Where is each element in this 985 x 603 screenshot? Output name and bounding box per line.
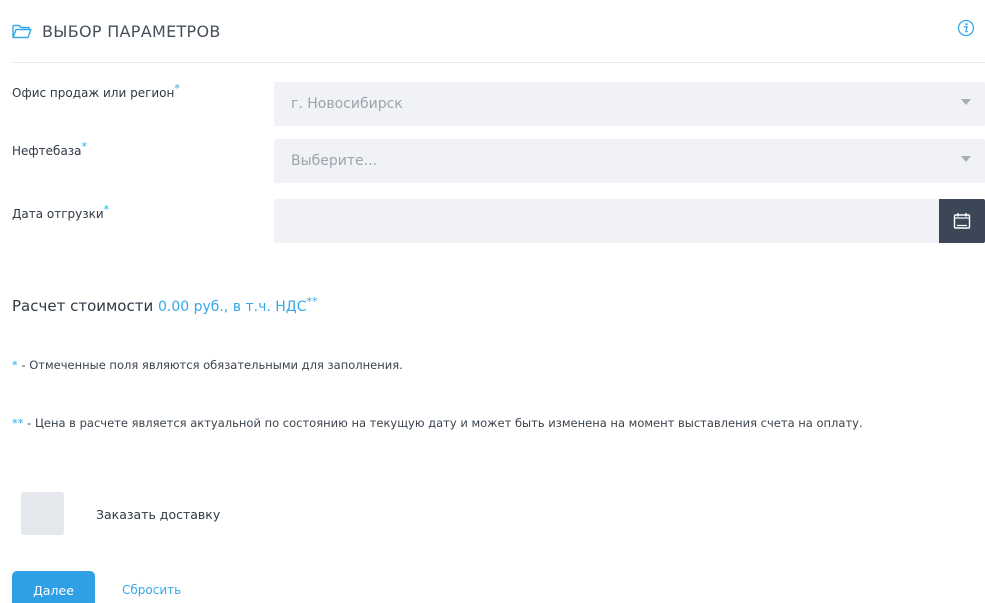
next-button[interactable]: Далее xyxy=(12,571,95,603)
office-label-text: Офис продаж или регион xyxy=(12,86,175,100)
required-note-text: - Отмеченные поля являются обязательными… xyxy=(17,358,403,372)
required-mark: * xyxy=(81,140,88,153)
depot-select-placeholder: Выберите... xyxy=(291,153,378,169)
reset-link[interactable]: Сбросить xyxy=(122,583,181,597)
depot-label-text: Нефтебаза xyxy=(12,144,82,158)
header-divider xyxy=(12,62,985,63)
calendar-icon xyxy=(953,213,971,229)
info-icon[interactable] xyxy=(957,19,975,37)
delivery-checkbox[interactable] xyxy=(21,492,64,535)
date-label: Дата отгрузки* xyxy=(12,204,109,221)
price-note-text: - Цена в расчете является актуальной по … xyxy=(23,416,863,430)
section-header: ВЫБОР ПАРАМЕТРОВ xyxy=(12,16,985,46)
chevron-down-icon xyxy=(961,99,971,105)
depot-label: Нефтебаза* xyxy=(12,141,87,158)
depot-select[interactable]: Выберите... xyxy=(274,139,985,183)
price-note: ** - Цена в расчете является актуальной … xyxy=(12,413,977,434)
required-mark: * xyxy=(174,82,180,95)
shipping-date-input[interactable] xyxy=(274,199,985,243)
calendar-button[interactable] xyxy=(939,199,985,243)
required-note: * - Отмеченные поля являются обязательны… xyxy=(12,355,972,376)
delivery-label[interactable]: Заказать доставку xyxy=(96,507,220,522)
cost-mark: ** xyxy=(306,295,318,308)
cost-label: Расчет стоимости xyxy=(12,297,154,315)
params-page: ВЫБОР ПАРАМЕТРОВ Офис продаж или регион*… xyxy=(0,0,985,603)
office-select-value: г. Новосибирск xyxy=(291,96,403,112)
folder-icon xyxy=(12,24,32,39)
chevron-down-icon xyxy=(961,156,971,162)
office-label: Офис продаж или регион* xyxy=(12,83,180,100)
price-note-mark: ** xyxy=(12,416,24,430)
cost-amount: 0.00 руб., в т.ч. НДС xyxy=(158,299,307,315)
required-mark: * xyxy=(103,203,110,216)
cost-summary: Расчет стоимости 0.00 руб., в т.ч. НДС** xyxy=(12,295,318,315)
date-label-text: Дата отгрузки xyxy=(12,207,104,221)
section-title: ВЫБОР ПАРАМЕТРОВ xyxy=(42,21,221,41)
office-select[interactable]: г. Новосибирск xyxy=(274,82,985,126)
